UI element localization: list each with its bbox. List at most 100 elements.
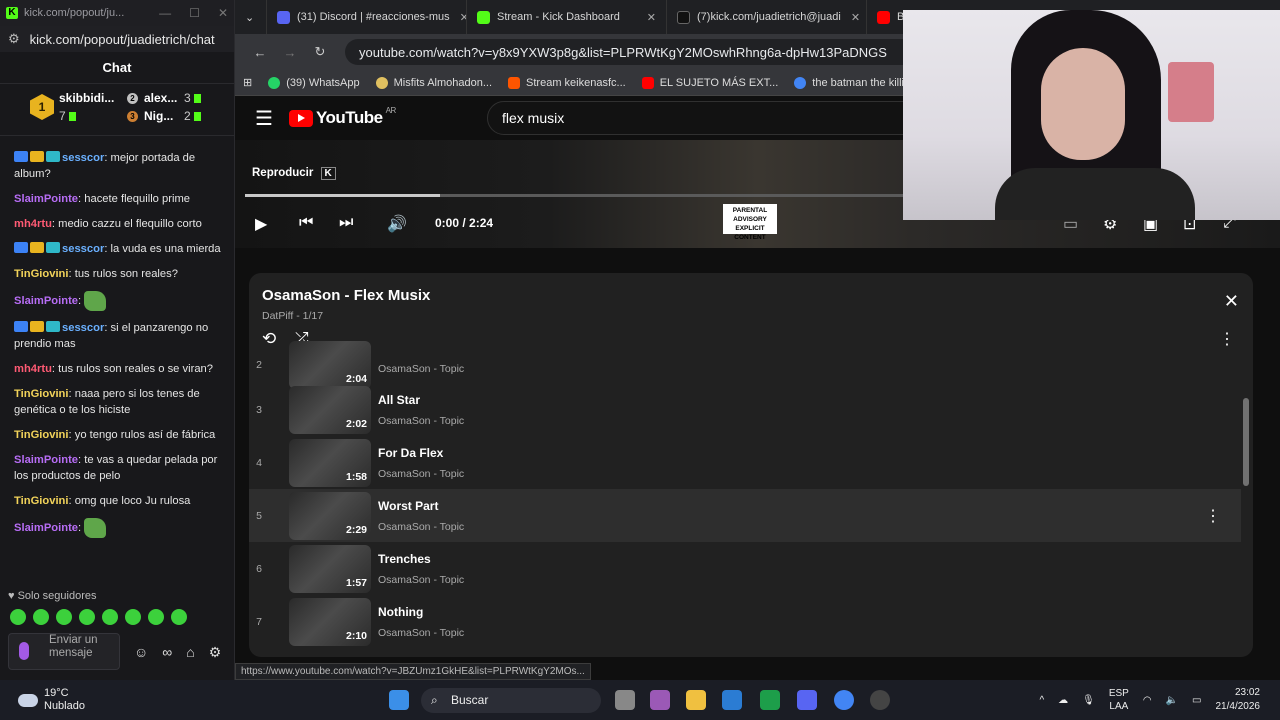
next-icon[interactable]: ⏭ — [339, 214, 353, 232]
taskbar-search[interactable]: ⌕ Buscar — [421, 688, 601, 713]
chat-input[interactable]: Enviar un mensaje — [8, 633, 120, 670]
channel-name[interactable]: OsamaSon - Topic — [378, 415, 464, 427]
chat-username[interactable]: sesscor — [62, 243, 104, 255]
gift-leaderboard[interactable]: 1 skibbidi... 7 2 alex... 3 3 Nig... 2 — [0, 84, 234, 136]
copilot-icon[interactable] — [650, 690, 670, 710]
video-title[interactable]: All Star — [378, 393, 464, 407]
item-menu-icon[interactable]: ⋮ — [1205, 506, 1221, 526]
onedrive-icon[interactable]: ☁ — [1058, 695, 1068, 706]
channel-name[interactable]: OsamaSon - Topic — [378, 521, 464, 533]
channel-name[interactable]: OsamaSon - Topic — [378, 363, 464, 375]
chat-username[interactable]: SlaimPointe — [14, 454, 78, 466]
tab-kick-dashboard[interactable]: Stream - Kick Dashboard ✕ — [467, 0, 667, 34]
leaderboard-name-2[interactable]: alex... — [144, 91, 177, 105]
wifi-icon[interactable]: ◠ — [1143, 695, 1152, 706]
playlist-item[interactable]: 4 1:58 For Da Flex OsamaSon - Topic — [249, 436, 1241, 489]
video-thumbnail[interactable]: 1:58 — [289, 438, 371, 487]
leaderboard-name-3[interactable]: Nig... — [144, 109, 173, 123]
show-hidden-icons-icon[interactable]: ^ — [1039, 695, 1044, 706]
channel-name[interactable]: OsamaSon - Topic — [378, 627, 464, 639]
video-thumbnail[interactable]: 2:10 — [289, 597, 371, 646]
volume-icon[interactable]: 🔊 — [387, 214, 407, 234]
emote-icon[interactable] — [102, 609, 118, 625]
settings-gear-icon[interactable]: ⚙ — [209, 644, 222, 661]
close-tab-icon[interactable]: ✕ — [851, 11, 860, 24]
play-icon[interactable]: ▶ — [255, 214, 267, 234]
emote-icon[interactable] — [79, 609, 95, 625]
bookmark-sujeto[interactable]: EL SUJETO MÁS EXT... — [641, 76, 778, 89]
chat-username[interactable]: TinGiovini — [14, 388, 69, 400]
tab-search-icon[interactable]: ⌄ — [235, 0, 267, 34]
video-thumbnail[interactable]: 2:29 — [289, 491, 371, 540]
tab-discord[interactable]: (31) Discord | #reacciones-mus ✕ — [267, 0, 467, 34]
playlist-item[interactable]: 5 2:29 Worst Part OsamaSon - Topic ⋮ — [249, 489, 1241, 542]
video-title[interactable]: Trenches — [378, 552, 464, 566]
playlist-item[interactable]: 6 1:57 Trenches OsamaSon - Topic — [249, 542, 1241, 595]
minimize-icon[interactable]: — — [159, 6, 171, 20]
bookmark-batman[interactable]: the batman the killi... — [794, 76, 913, 89]
chat-username[interactable]: mh4rtu — [14, 218, 52, 230]
reload-icon[interactable]: ↻ — [305, 44, 335, 60]
close-icon[interactable]: ✕ — [218, 6, 228, 20]
previous-icon[interactable]: ⏮ — [299, 214, 313, 232]
video-thumbnail[interactable]: 2:04 — [289, 340, 371, 389]
close-tab-icon[interactable]: ✕ — [647, 11, 656, 24]
back-icon[interactable]: ← — [245, 45, 275, 60]
chat-username[interactable]: SlaimPointe — [14, 295, 78, 307]
scrollbar-thumb[interactable] — [1243, 398, 1249, 486]
close-tab-icon[interactable]: ✕ — [460, 11, 466, 24]
video-title[interactable]: Worst Part — [378, 499, 464, 513]
apps-grid-icon[interactable]: ⊞ — [243, 76, 252, 89]
excel-icon[interactable] — [760, 690, 780, 710]
emote-icon[interactable] — [33, 609, 49, 625]
forward-icon[interactable]: → — [275, 45, 305, 60]
site-settings-icon[interactable]: ⚙ — [8, 31, 20, 47]
emote-picker-icon[interactable]: ☺ — [134, 644, 148, 661]
chat-username[interactable]: mh4rtu — [14, 363, 52, 375]
discord-icon[interactable] — [797, 690, 817, 710]
chat-username[interactable]: TinGiovini — [14, 429, 69, 441]
chat-username[interactable]: sesscor — [62, 322, 104, 334]
tab-kick-channel[interactable]: (7)kick.com/juadietrich@juadi ✕ — [667, 0, 867, 34]
playlist-title[interactable]: OsamaSon - Flex Musix — [262, 287, 430, 304]
microphone-icon[interactable]: 🎙 — [1082, 695, 1095, 706]
kick-url-bar[interactable]: ⚙ kick.com/popout/juadietrich/chat — [0, 26, 234, 52]
chat-username[interactable]: sesscor — [62, 152, 104, 164]
maximize-icon[interactable]: ☐ — [189, 6, 200, 20]
video-thumbnail[interactable]: 1:57 — [289, 544, 371, 593]
infinity-icon[interactable]: ∞ — [162, 644, 172, 661]
emote-icon[interactable] — [10, 609, 26, 625]
bookmark-stream[interactable]: Stream keikenasfc... — [508, 76, 626, 89]
language-indicator[interactable]: ESP LAA — [1109, 687, 1129, 713]
volume-icon[interactable]: 🔈 — [1166, 695, 1178, 706]
bookmark-misfits[interactable]: Misfits Almohadon... — [375, 76, 492, 89]
battery-icon[interactable]: ▭ — [1192, 695, 1201, 706]
channel-name[interactable]: OsamaSon - Topic — [378, 468, 464, 480]
chat-username[interactable]: SlaimPointe — [14, 522, 78, 534]
store-icon[interactable]: ⌂ — [186, 644, 194, 661]
chat-username[interactable]: SlaimPointe — [14, 193, 78, 205]
chrome-icon[interactable] — [834, 690, 854, 710]
chat-username[interactable]: TinGiovini — [14, 495, 69, 507]
video-title[interactable]: For Da Flex — [378, 446, 464, 460]
emote-icon[interactable] — [56, 609, 72, 625]
video-thumbnail[interactable]: 2:02 — [289, 385, 371, 434]
playlist-scrollbar[interactable] — [1243, 368, 1251, 648]
close-playlist-icon[interactable]: ✕ — [1224, 291, 1239, 312]
youtube-logo[interactable]: YouTube AR — [288, 106, 396, 128]
windows-start-icon[interactable] — [389, 690, 409, 710]
emote-icon[interactable] — [171, 609, 187, 625]
video-title[interactable]: Nothing — [378, 605, 464, 619]
emote-icon[interactable] — [125, 609, 141, 625]
youtube-search-input[interactable]: flex musix — [487, 101, 927, 135]
word-icon[interactable] — [722, 690, 742, 710]
emote-icon[interactable] — [148, 609, 164, 625]
task-view-icon[interactable] — [615, 690, 635, 710]
obs-icon[interactable] — [870, 690, 890, 710]
playlist-item[interactable]: 7 2:10 Nothing OsamaSon - Topic — [249, 595, 1241, 648]
chat-username[interactable]: TinGiovini — [14, 268, 69, 280]
bookmark-whatsapp[interactable]: (39) WhatsApp — [268, 76, 360, 89]
microphone-icon[interactable] — [19, 642, 29, 660]
leaderboard-name-1[interactable]: skibbidi... — [59, 91, 114, 105]
hamburger-menu-icon[interactable]: ☰ — [255, 106, 273, 131]
